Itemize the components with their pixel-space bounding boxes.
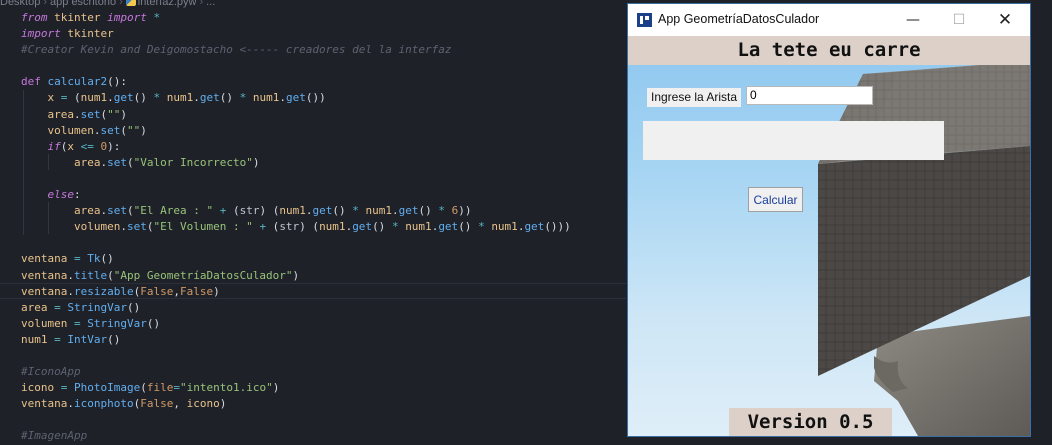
code-line[interactable]: area.set("Valor Incorrecto") (21, 155, 571, 171)
minimize-button[interactable]: — (890, 4, 936, 36)
code-line[interactable] (21, 348, 571, 364)
code-line[interactable]: ventana.title("App GeometríaDatosCulador… (21, 268, 571, 284)
tk-app-window[interactable]: App GeometríaDatosCulador — ☐ ✕ La tete … (628, 4, 1030, 436)
maximize-button[interactable]: ☐ (936, 4, 982, 36)
breadcrumb-desktop[interactable]: Desktop (0, 0, 40, 8)
code-line[interactable]: from tkinter import * (21, 10, 571, 26)
close-button[interactable]: ✕ (982, 4, 1028, 36)
arista-input[interactable]: 0 (746, 86, 873, 105)
window-client-area: La tete eu carre Ingrese la Arista 0 Cal… (628, 36, 1030, 436)
code-line[interactable]: x = (num1.get() * num1.get() * num1.get(… (21, 90, 571, 106)
breadcrumb-folder[interactable]: app escritorio (50, 0, 116, 8)
code-line[interactable]: #ImagenApp (21, 428, 571, 444)
code-line[interactable] (21, 58, 571, 74)
header-label: La tete eu carre (628, 36, 1030, 65)
code-line[interactable]: else: (21, 187, 571, 203)
code-line[interactable]: #Creator Kevin and Deigomostacho <----- … (21, 42, 571, 58)
code-line[interactable]: num1 = IntVar() (21, 332, 571, 348)
code-line[interactable]: volumen.set("El Volumen : " + (str) (num… (21, 219, 571, 235)
result-area (643, 121, 944, 160)
code-line[interactable] (21, 171, 571, 187)
code-line[interactable]: ventana.resizable(False,False) (21, 284, 571, 300)
code-line[interactable]: icono = PhotoImage(file="intento1.ico") (21, 380, 571, 396)
code-line[interactable]: volumen.set("") (21, 123, 571, 139)
python-file-icon (125, 0, 136, 6)
code-line[interactable]: def calcular2(): (21, 74, 571, 90)
breadcrumb-file[interactable]: interfaz.pyw (138, 0, 197, 8)
app-icon (637, 13, 652, 27)
breadcrumb[interactable]: Desktop › app escritorio › interfaz.pyw ›... (0, 0, 215, 8)
breadcrumb-more[interactable]: ... (206, 0, 215, 8)
code-line[interactable]: import tkinter (21, 26, 571, 42)
code-line[interactable]: if(x <= 0): (21, 139, 571, 155)
calcular-button[interactable]: Calcular (748, 187, 803, 212)
arista-label: Ingrese la Arista (647, 88, 742, 107)
code-line[interactable] (21, 235, 571, 251)
window-title: App GeometríaDatosCulador (658, 12, 820, 26)
version-label: Version 0.5 (729, 408, 892, 436)
code-line[interactable]: #IconoApp (21, 364, 571, 380)
code-line[interactable]: area = StringVar() (21, 300, 571, 316)
code-line[interactable]: ventana = Tk() (21, 251, 571, 267)
window-titlebar[interactable]: App GeometríaDatosCulador — ☐ ✕ (628, 4, 1030, 36)
code-line[interactable]: area.set("") (21, 107, 571, 123)
code-line[interactable]: volumen = StringVar() (21, 316, 571, 332)
code-line[interactable] (21, 412, 571, 428)
code-line[interactable]: ventana.iconphoto(False, icono) (21, 396, 571, 412)
code-lines[interactable]: from tkinter import * import tkinter #Crea… (21, 10, 571, 445)
code-line[interactable]: area.set("El Area : " + (str) (num1.get(… (21, 203, 571, 219)
